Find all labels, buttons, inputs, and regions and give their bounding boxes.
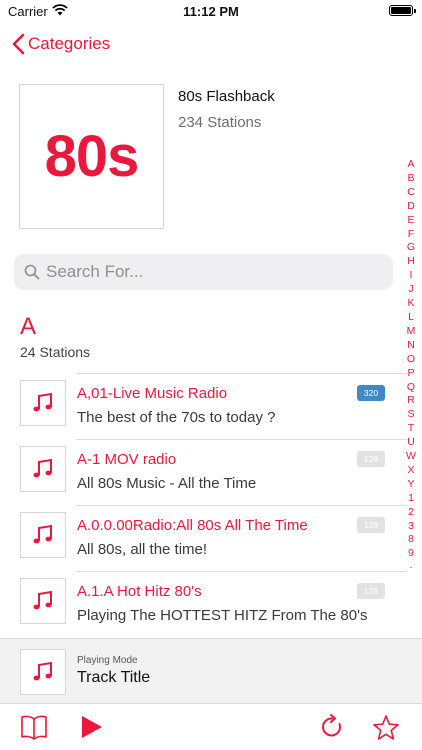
bitrate-badge: 320 xyxy=(357,385,385,401)
search-icon xyxy=(24,264,40,280)
station-row[interactable]: A.1.A Hot Hitz 80's Playing The HOTTEST … xyxy=(0,571,407,637)
station-description: Playing The HOTTEST HITZ From The 80's xyxy=(77,607,368,624)
status-bar: Carrier 11:12 PM xyxy=(0,0,422,22)
now-playing-bar[interactable]: Playing Mode Track Title xyxy=(0,638,422,704)
category-art-text: 80s xyxy=(44,124,140,189)
row-divider xyxy=(76,439,407,440)
music-note-icon xyxy=(20,446,66,492)
bottom-toolbar xyxy=(0,704,422,750)
section-station-count: 24 Stations xyxy=(20,344,91,360)
play-icon[interactable] xyxy=(80,714,104,745)
index-letter[interactable]: K xyxy=(404,297,418,311)
search-input[interactable] xyxy=(46,262,366,282)
clock: 11:12 PM xyxy=(183,4,239,19)
row-divider xyxy=(76,505,407,506)
index-letter[interactable]: H xyxy=(404,255,418,269)
station-row[interactable]: A,01-Live Music Radio The best of the 70… xyxy=(0,373,407,439)
category-title: 80s Flashback xyxy=(178,88,275,105)
back-button[interactable]: Categories xyxy=(12,32,110,56)
index-letter[interactable]: F xyxy=(404,228,418,242)
index-letter[interactable]: B xyxy=(404,172,418,186)
music-note-icon xyxy=(20,380,66,426)
index-letter[interactable]: L xyxy=(404,311,418,325)
music-note-icon xyxy=(20,512,66,558)
battery-icon xyxy=(389,5,416,16)
index-letter[interactable]: I xyxy=(404,269,418,283)
index-letter[interactable]: E xyxy=(404,214,418,228)
category-artwork: 80s xyxy=(19,84,164,229)
index-letter[interactable]: M xyxy=(404,325,418,339)
index-letter[interactable]: A xyxy=(404,158,418,172)
station-name: A.1.A Hot Hitz 80's xyxy=(77,583,202,600)
station-name: A-1 MOV radio xyxy=(77,451,177,468)
station-description: All 80s Music - All the Time xyxy=(77,475,257,492)
station-row[interactable]: A.0.0.00Radio:All 80s All The Time All 8… xyxy=(0,505,407,571)
row-divider xyxy=(76,373,407,374)
section-letter: A xyxy=(20,313,37,340)
station-row[interactable]: A-1 MOV radio All 80s Music - All the Ti… xyxy=(0,439,407,505)
music-note-icon xyxy=(20,578,66,624)
star-icon[interactable] xyxy=(372,714,400,746)
track-title: Track Title xyxy=(77,669,151,686)
category-station-count: 234 Stations xyxy=(178,114,262,131)
index-letter[interactable]: J xyxy=(404,283,418,297)
index-letter[interactable]: C xyxy=(404,186,418,200)
book-icon[interactable] xyxy=(20,714,48,745)
back-label: Categories xyxy=(28,34,111,53)
station-name: A.0.0.00Radio:All 80s All The Time xyxy=(77,517,308,534)
bitrate-badge: 128 xyxy=(357,517,385,533)
index-letter[interactable]: G xyxy=(404,241,418,255)
chevron-left-icon xyxy=(12,33,25,55)
refresh-icon[interactable] xyxy=(320,714,344,745)
bitrate-badge: 128 xyxy=(357,583,385,599)
row-divider xyxy=(76,571,407,572)
index-letter[interactable]: D xyxy=(404,200,418,214)
playing-mode-label: Playing Mode xyxy=(77,655,138,666)
search-bar[interactable] xyxy=(14,254,393,290)
music-note-icon xyxy=(20,649,66,695)
bitrate-badge: 128 xyxy=(357,451,385,467)
station-name: A,01-Live Music Radio xyxy=(77,385,228,402)
station-description: The best of the 70s to today ? xyxy=(77,409,276,426)
station-description: All 80s, all the time! xyxy=(77,541,208,558)
index-letter[interactable]: O xyxy=(404,353,418,367)
index-letter[interactable]: N xyxy=(404,339,418,353)
